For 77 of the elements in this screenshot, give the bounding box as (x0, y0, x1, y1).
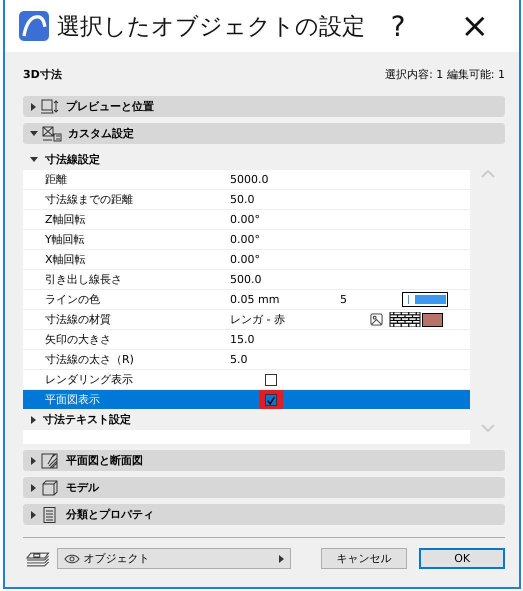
panel-header[interactable]: カスタム設定 (23, 123, 505, 144)
app-logo-icon (19, 11, 49, 41)
parameter-name: レンダリング表示 (44, 372, 134, 387)
settings-grid-icon (42, 126, 62, 142)
panel-title: カスタム設定 (68, 126, 134, 141)
parameter-value: 5.0 (230, 353, 248, 366)
parameter-name: 矢印の大きさ (44, 332, 112, 347)
parameter-value: 0.05 mm (230, 293, 280, 306)
settings-row[interactable]: Z軸回転 0.00° (23, 210, 470, 230)
settings-row[interactable]: 寸法線の太さ（R) 5.0 (23, 350, 470, 370)
settings-row[interactable]: 寸法線の材質 レンガ - 赤 (23, 310, 470, 330)
group-title: 寸法線設定 (45, 152, 100, 167)
image-icon (370, 313, 383, 326)
panel-header[interactable]: 平面図と断面図 (23, 450, 505, 471)
disclosure-icon (31, 484, 36, 492)
checkbox[interactable] (265, 374, 277, 386)
material-color-swatch[interactable] (422, 312, 443, 326)
parameter-value: 500.0 (230, 273, 262, 286)
panel-header[interactable]: プレビューと位置 (23, 96, 505, 117)
selection-info: 選択内容: 1 編集可能: 1 (385, 66, 505, 82)
settings-row[interactable]: X軸回転 0.00° (23, 250, 470, 270)
parameter-name: ラインの色 (44, 292, 101, 307)
parameter-name: 寸法線の太さ（R) (44, 352, 135, 367)
settings-row[interactable]: ラインの色 0.05 mm 5 (23, 290, 470, 310)
settings-row[interactable]: 寸法線までの距離 50.0 (23, 190, 470, 210)
panel-header[interactable]: モデル (23, 477, 505, 498)
parameter-value: 0.00° (230, 253, 261, 266)
layer-dropdown[interactable]: オブジェクト (56, 548, 291, 569)
panel-title: 平面図と断面図 (66, 453, 143, 468)
settings-row[interactable]: 引き出し線長さ 500.0 (23, 270, 470, 290)
settings-row[interactable]: Y軸回転 0.00° (23, 230, 470, 250)
settings-row[interactable]: 平面図表示 (23, 390, 470, 410)
parameter-name: Z軸回転 (44, 212, 87, 227)
pen-swatch[interactable] (402, 292, 448, 307)
help-button[interactable]: ? (390, 10, 406, 42)
panel-title: プレビューと位置 (66, 99, 154, 114)
window-title: 選択したオブジェクトの設定 (57, 12, 366, 42)
parameter-name: 寸法線までの距離 (44, 192, 134, 207)
eye-icon (64, 554, 80, 564)
element-type-label: 3D寸法 (23, 66, 62, 82)
parameter-value: 50.0 (230, 193, 256, 206)
parameter-name: 引き出し線長さ (44, 272, 123, 287)
layers-icon[interactable] (25, 550, 51, 566)
group-header[interactable]: 寸法線設定 (23, 150, 470, 170)
panel-header[interactable]: 分類とプロパティ (23, 504, 505, 525)
parameter-value: レンガ - 赤 (230, 312, 286, 327)
cube-icon (40, 480, 60, 496)
checkbox[interactable] (265, 394, 277, 406)
group-title: 寸法テキスト設定 (43, 412, 131, 427)
parameter-name: Y軸回転 (44, 232, 86, 247)
parameter-name: X軸回転 (44, 252, 87, 267)
parameter-value: 0.00° (230, 213, 261, 226)
disclosure-icon (30, 131, 38, 136)
disclosure-icon (31, 416, 36, 424)
panel-title: モデル (66, 480, 99, 495)
parameter-value: 15.0 (230, 333, 256, 346)
ok-button[interactable]: OK (419, 548, 505, 569)
monitor-icon (40, 98, 60, 114)
disclosure-icon (31, 456, 36, 464)
parameter-name: 距離 (44, 172, 68, 187)
pen-number: 5 (340, 293, 348, 306)
parameter-value: 0.00° (230, 233, 261, 246)
panel-title: 分類とプロパティ (66, 507, 154, 522)
parameter-name: 寸法線の材質 (44, 312, 112, 327)
cancel-button[interactable]: キャンセル (320, 548, 408, 569)
settings-row[interactable]: 矢印の大きさ 15.0 (23, 330, 470, 350)
disclosure-icon (30, 157, 38, 162)
parameter-value: 5000.0 (230, 173, 270, 186)
settings-row[interactable]: 距離 5000.0 (23, 170, 470, 190)
disclosure-icon (31, 510, 36, 518)
hatched-square-icon (40, 452, 60, 468)
layer-name: オブジェクト (84, 551, 150, 566)
group-header[interactable]: 寸法テキスト設定 (23, 410, 470, 430)
close-button[interactable]: × (460, 6, 489, 46)
brick-pattern-swatch (389, 312, 421, 327)
parameter-name: 平面図表示 (44, 392, 101, 407)
disclosure-icon (31, 102, 36, 110)
